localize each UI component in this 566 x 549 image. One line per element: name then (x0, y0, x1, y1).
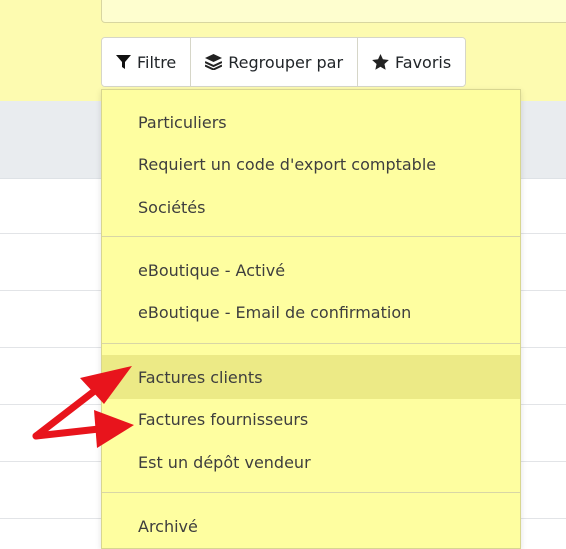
filter-option-hovered[interactable]: Factures clients (102, 355, 520, 399)
filter-option[interactable]: Sociétés (102, 185, 520, 229)
menu-divider (102, 492, 520, 493)
filter-option[interactable]: eBoutique - Email de confirmation (102, 290, 520, 334)
search-input[interactable] (101, 0, 566, 23)
filter-option[interactable]: eBoutique - Activé (102, 248, 520, 292)
filter-option[interactable]: Archivé (102, 504, 520, 548)
filter-option[interactable]: Factures fournisseurs (102, 397, 520, 441)
star-icon (372, 54, 389, 70)
filter-option[interactable]: Particuliers (102, 100, 520, 144)
favorites-button[interactable]: Favoris (358, 38, 466, 86)
layers-icon (205, 54, 223, 70)
menu-divider (102, 236, 520, 237)
control-panel: Filtre Regrouper par Favoris (0, 0, 566, 101)
filter-button-label: Filtre (137, 52, 177, 72)
menu-divider (102, 343, 520, 344)
filter-dropdown-menu: Particuliers Requiert un code d'export c… (101, 89, 521, 549)
filter-button[interactable]: Filtre (102, 38, 192, 86)
favorites-button-label: Favoris (395, 52, 452, 72)
filter-option[interactable]: Requiert un code d'export comptable (102, 142, 520, 186)
filter-option[interactable]: Est un dépôt vendeur (102, 440, 520, 484)
filter-icon (116, 54, 131, 70)
group-by-button[interactable]: Regrouper par (191, 38, 359, 86)
group-by-button-label: Regrouper par (228, 52, 344, 72)
search-options-group: Filtre Regrouper par Favoris (101, 37, 467, 87)
